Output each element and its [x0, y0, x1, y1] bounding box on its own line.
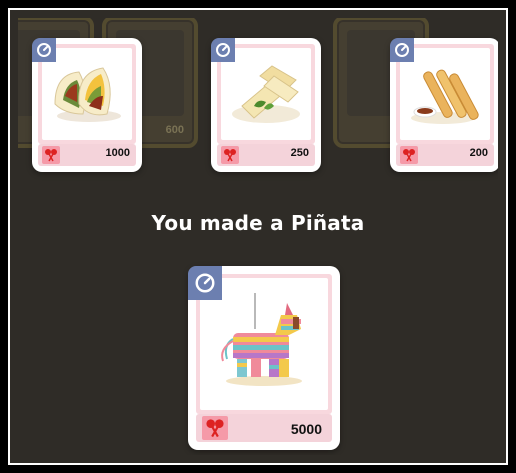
maraca-icon: [221, 146, 239, 164]
maraca-icon: [202, 416, 228, 440]
card-cost: 200: [469, 147, 488, 159]
ingredient-card-tacos[interactable]: 1000: [32, 38, 142, 172]
background-card-cost: 600: [165, 124, 184, 136]
result-card-cost: 5000: [290, 421, 322, 437]
maraca-icon: [42, 146, 60, 164]
card-footer: 200: [396, 144, 494, 166]
card-footer: 1000: [38, 144, 136, 166]
card-footer: 5000: [196, 414, 332, 442]
card-cost: 1000: [105, 147, 130, 159]
timer-icon: [188, 266, 222, 300]
game-viewport: 600 1000 250 200 You made a Piñata 5000: [18, 18, 498, 455]
ingredient-card-churros[interactable]: 200: [390, 38, 498, 172]
card-footer: 250: [217, 144, 315, 166]
result-card-pinata[interactable]: 5000: [188, 266, 340, 450]
timer-icon: [32, 38, 56, 62]
ingredient-card-tamales[interactable]: 250: [211, 38, 321, 172]
maraca-icon: [400, 146, 418, 164]
timer-icon: [211, 38, 235, 62]
result-title: You made a Piñata: [151, 211, 365, 235]
card-cost: 250: [290, 147, 309, 159]
timer-icon: [390, 38, 414, 62]
game-frame: 600 1000 250 200 You made a Piñata 5000: [0, 0, 516, 473]
